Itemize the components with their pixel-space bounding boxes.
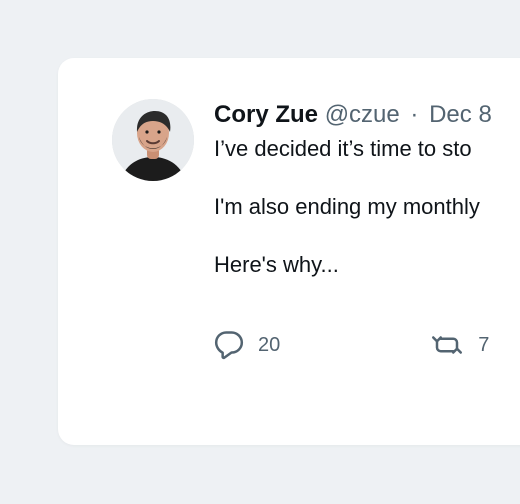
tweet-date[interactable]: Dec 8 <box>429 101 492 128</box>
reply-action[interactable]: 20 <box>214 330 280 360</box>
reply-count: 20 <box>258 334 281 356</box>
avatar[interactable] <box>112 99 194 181</box>
retweet-action[interactable]: 7 <box>430 330 489 360</box>
header-separator: · <box>410 101 419 128</box>
tweet-content: Cory Zue @czue · Dec 8 I’ve decided it’s… <box>214 98 520 280</box>
retweet-count: 7 <box>478 334 490 356</box>
tweet-paragraph-1: I’ve decided it’s time to sto <box>214 136 472 161</box>
tweet-paragraph-2: I'm also ending my monthly <box>214 194 480 219</box>
author-name[interactable]: Cory Zue <box>214 101 318 128</box>
tweet-card[interactable]: Cory Zue @czue · Dec 8 I’ve decided it’s… <box>58 58 520 445</box>
tweet-paragraph-3: Here's why... <box>214 252 339 277</box>
reply-icon[interactable] <box>214 330 244 360</box>
tweet-header: Cory Zue @czue · Dec 8 <box>214 98 520 132</box>
retweet-icon[interactable] <box>430 330 464 360</box>
author-handle[interactable]: @czue <box>325 101 400 128</box>
tweet-actions: 20 7 <box>214 330 489 360</box>
tweet-text: I’ve decided it’s time to sto I'm also e… <box>214 134 520 280</box>
